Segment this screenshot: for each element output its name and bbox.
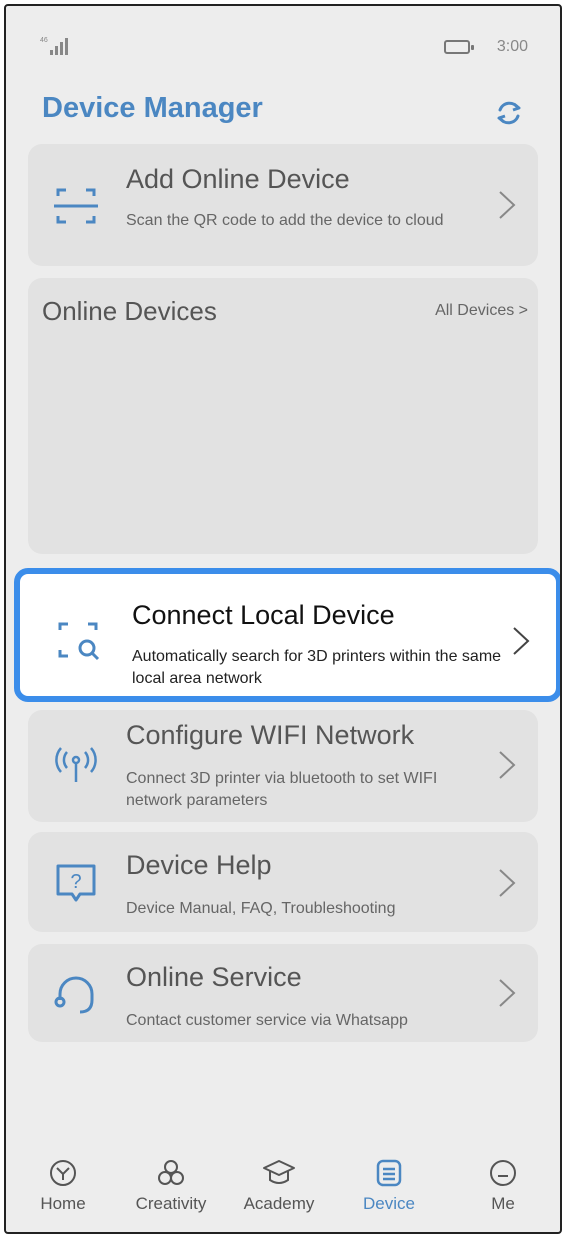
creativity-icon [158,1160,184,1185]
wifi-signal-icon [55,747,97,782]
device-help-subtitle: Device Manual, FAQ, Troubleshooting [126,900,396,917]
add-online-device-subtitle: Scan the QR code to add the device to cl… [126,212,444,229]
connect-local-device-subtitle: Automatically search for 3D printers wit… [132,648,502,687]
me-icon [490,1160,516,1186]
chevron-right-icon [499,191,516,219]
device-help-title: Device Help [126,850,272,880]
phone-screen: 46 3:00 Device Manager Add Online Device… [4,4,562,1234]
online-devices-card: Online Devices All Devices > [28,278,538,554]
nav-device-label: Device [363,1194,415,1213]
nav-home[interactable]: Home [18,1158,108,1214]
connect-local-device-title: Connect Local Device [132,600,395,630]
device-help-card[interactable]: ? Device Help Device Manual, FAQ, Troubl… [28,832,538,932]
nav-device[interactable]: Device [344,1158,434,1214]
signal-icon: 46 [40,37,68,55]
nav-creativity-label: Creativity [135,1194,207,1213]
chevron-right-icon [499,979,516,1007]
connect-local-device-card[interactable]: Connect Local Device Automatically searc… [14,568,560,702]
academy-icon [263,1160,295,1184]
online-service-title: Online Service [126,962,302,992]
chevron-right-icon [499,869,516,897]
online-service-card[interactable]: Online Service Contact customer service … [28,944,538,1042]
configure-wifi-card[interactable]: Configure WIFI Network Connect 3D printe… [28,710,538,822]
header: Device Manager [42,92,524,132]
headset-icon [54,976,94,1014]
configure-wifi-subtitle: Connect 3D printer via bluetooth to set … [126,770,438,809]
page-title: Device Manager [42,92,263,124]
chevron-right-icon [499,751,516,779]
nav-academy-label: Academy [243,1194,315,1213]
online-service-subtitle: Contact customer service via Whatsapp [126,1012,408,1029]
nav-me[interactable]: Me [458,1158,548,1214]
home-icon [50,1160,76,1186]
svg-text:46: 46 [40,37,48,44]
nav-academy[interactable]: Academy [234,1158,324,1214]
bottom-nav: Home Creativity Academy Device Me [6,1120,560,1232]
device-icon [376,1159,402,1187]
nav-home-label: Home [40,1194,86,1213]
status-time: 3:00 [496,38,528,55]
search-device-icon [58,622,100,661]
chevron-right-icon [513,627,530,655]
battery-icon [444,40,474,54]
svg-text:?: ? [70,871,81,893]
add-online-device-card[interactable]: Add Online Device Scan the QR code to ad… [28,144,538,266]
nav-me-label: Me [491,1194,515,1213]
status-bar: 46 3:00 [6,26,560,66]
add-online-device-title: Add Online Device [126,164,350,194]
refresh-icon[interactable] [494,98,524,128]
help-question-icon: ? [56,864,96,902]
online-devices-title: Online Devices [42,296,217,326]
scan-qr-icon [54,188,98,224]
nav-creativity[interactable]: Creativity [126,1158,216,1214]
all-devices-link[interactable]: All Devices > [435,302,528,320]
configure-wifi-title: Configure WIFI Network [126,720,415,750]
